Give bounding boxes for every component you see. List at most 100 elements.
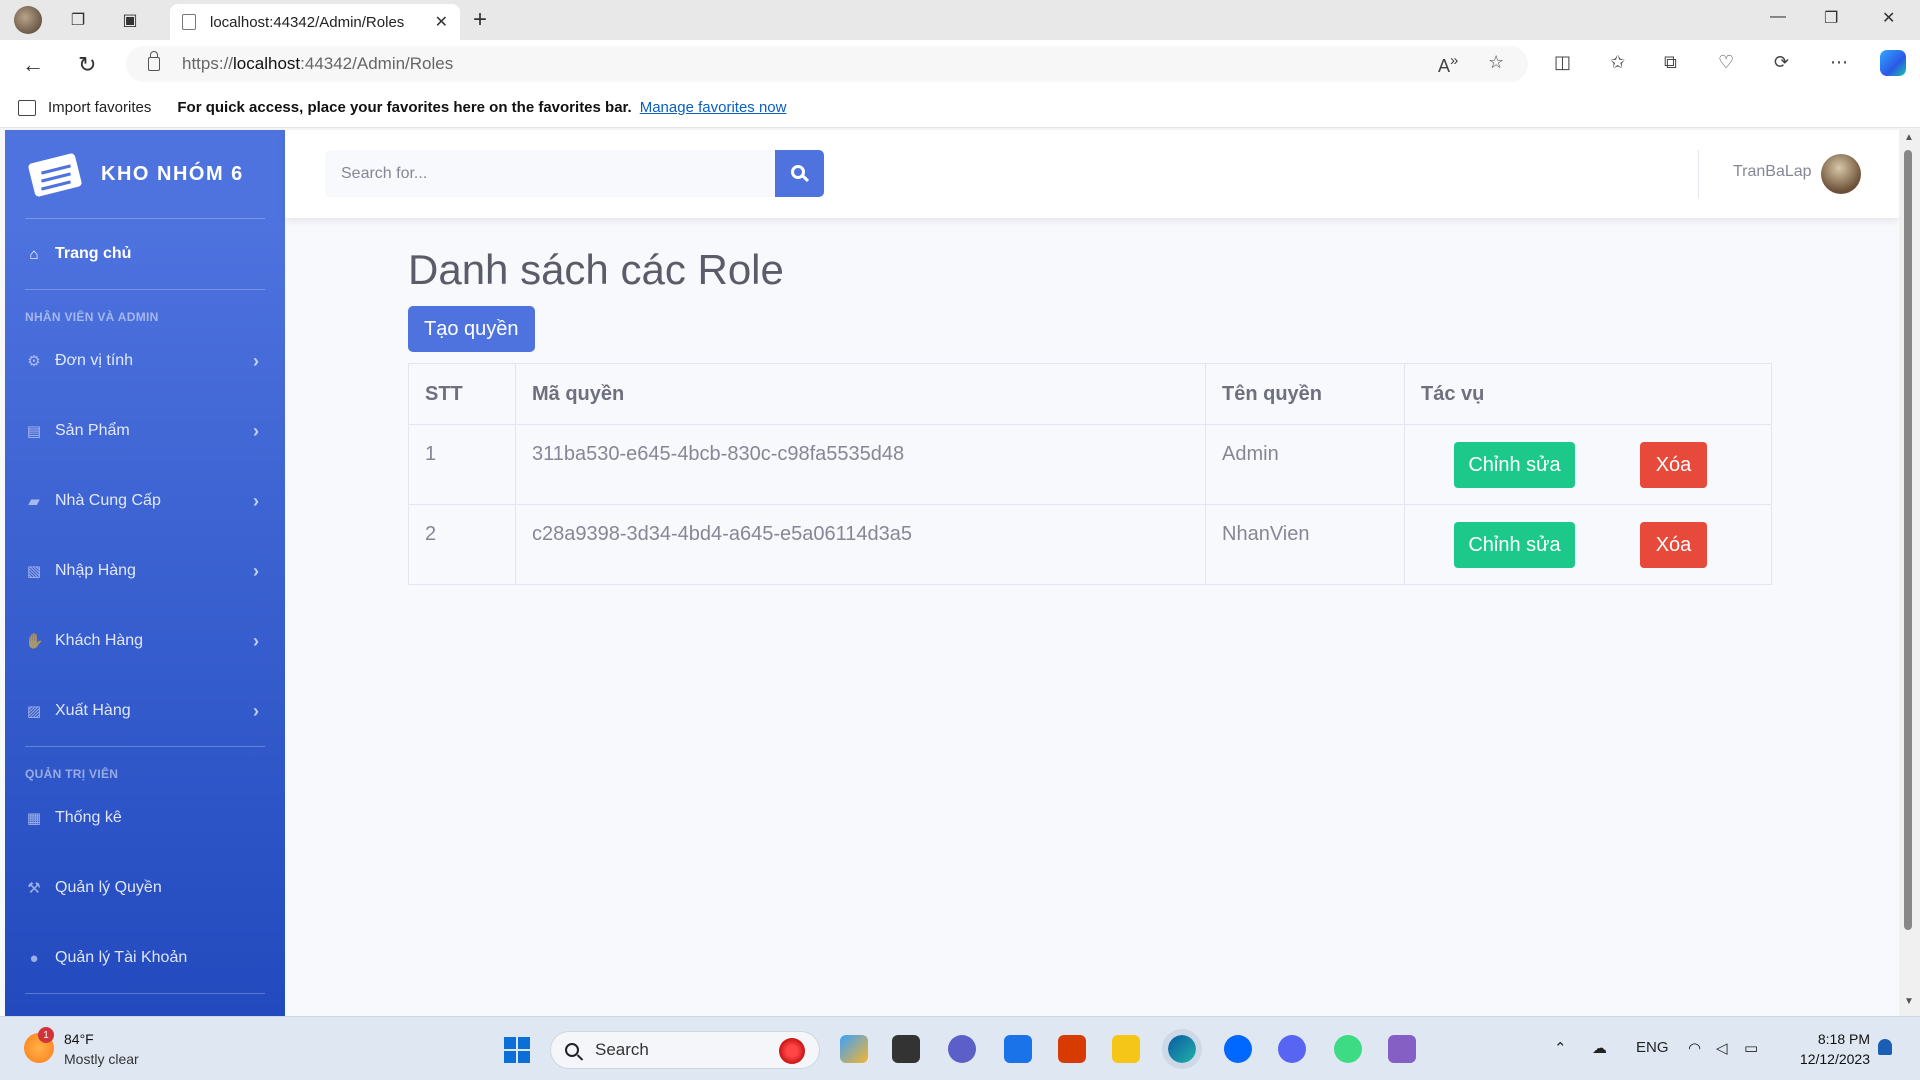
volume-icon[interactable]: ◁ bbox=[1716, 1039, 1728, 1057]
sidebar-item-exports[interactable]: ▨ Xuất Hàng › bbox=[5, 676, 285, 746]
weather-temp[interactable]: 84°F bbox=[64, 1031, 94, 1047]
wifi-icon[interactable]: ◠ bbox=[1688, 1039, 1701, 1057]
more-menu-icon[interactable]: ⋯ bbox=[1830, 52, 1848, 73]
brand[interactable]: KHO NHÓM 6 bbox=[5, 130, 285, 218]
delete-button[interactable]: Xóa bbox=[1640, 442, 1707, 488]
sidebar-item-statistics[interactable]: ▦ Thống kê bbox=[5, 783, 285, 853]
sidebar-heading-staff: NHÂN VIÊN VÀ ADMIN bbox=[25, 310, 159, 324]
edit-button[interactable]: Chỉnh sửa bbox=[1454, 442, 1575, 488]
column-header-actions: Tác vụ bbox=[1404, 363, 1772, 425]
column-header-role-name: Tên quyền bbox=[1205, 363, 1405, 425]
cell-actions: Chỉnh sửa Xóa bbox=[1404, 504, 1772, 585]
sidebar-item-products[interactable]: ▤ Sản Phẩm › bbox=[5, 396, 285, 466]
copilot-icon[interactable] bbox=[1880, 50, 1906, 76]
minimize-button[interactable]: — bbox=[1770, 8, 1786, 26]
collections-icon[interactable]: ⧉ bbox=[1664, 52, 1677, 73]
user-avatar[interactable] bbox=[1821, 154, 1861, 194]
url-host: localhost bbox=[233, 54, 301, 73]
column-header-stt: STT bbox=[408, 363, 516, 425]
browser-tab[interactable]: localhost:44342/Admin/Roles ✕ bbox=[170, 4, 460, 40]
new-tab-button[interactable]: + bbox=[468, 6, 492, 33]
taskbar-search-label: Search bbox=[595, 1040, 649, 1059]
sidebar-item-label: Khách Hàng bbox=[55, 632, 144, 649]
topbar: TranBaLap bbox=[285, 130, 1899, 218]
delete-button[interactable]: Xóa bbox=[1640, 522, 1707, 568]
weather-badge: 1 bbox=[38, 1027, 54, 1043]
close-window-button[interactable]: ✕ bbox=[1882, 8, 1895, 28]
browser-essentials-icon[interactable]: ♡ bbox=[1718, 52, 1734, 73]
cell-role-name: NhanVien bbox=[1205, 504, 1405, 585]
extensions-icon[interactable]: ⟳ bbox=[1774, 52, 1789, 73]
sidebar-item-customers[interactable]: ✋ Khách Hàng › bbox=[5, 606, 285, 676]
android-studio-icon[interactable] bbox=[1334, 1035, 1362, 1063]
file-explorer-dark-icon[interactable] bbox=[892, 1035, 920, 1063]
office-icon[interactable] bbox=[1058, 1035, 1086, 1063]
back-button[interactable]: ← bbox=[22, 52, 44, 78]
url-field[interactable]: https://localhost:44342/Admin/Roles bbox=[126, 46, 1528, 82]
page-scrollbar[interactable]: ▲ ▼ bbox=[1899, 130, 1920, 1016]
table-row: 1 311ba530-e645-4bcb-830c-c98fa5535d48 A… bbox=[408, 424, 1772, 505]
start-button[interactable] bbox=[504, 1037, 530, 1063]
sidebar-item-imports[interactable]: ▧ Nhập Hàng › bbox=[5, 536, 285, 606]
cell-stt: 1 bbox=[408, 424, 516, 505]
zalo-icon[interactable] bbox=[1224, 1035, 1252, 1063]
scroll-up-arrow-icon[interactable]: ▲ bbox=[1904, 132, 1914, 143]
manage-favorites-link[interactable]: Manage favorites now bbox=[640, 99, 787, 116]
search-button[interactable] bbox=[775, 150, 824, 197]
mail-icon[interactable] bbox=[1004, 1035, 1032, 1063]
import-icon bbox=[18, 99, 36, 116]
page-viewport: KHO NHÓM 6 ⌂ Trang chủ NHÂN VIÊN VÀ ADMI… bbox=[0, 130, 1920, 1016]
language-indicator[interactable]: ENG bbox=[1636, 1039, 1669, 1056]
chevron-right-icon: › bbox=[253, 700, 259, 721]
favorite-star-icon[interactable]: ☆ bbox=[1488, 52, 1504, 73]
scroll-down-arrow-icon[interactable]: ▼ bbox=[1904, 996, 1914, 1007]
clock-time: 8:18 PM bbox=[1817, 1031, 1870, 1047]
search-input[interactable] bbox=[325, 150, 775, 197]
sidebar-item-accounts[interactable]: ● Quản lý Tài Khoản bbox=[5, 923, 285, 993]
column-header-role-id: Mã quyền bbox=[515, 363, 1206, 425]
close-tab-icon[interactable]: ✕ bbox=[435, 12, 448, 32]
username[interactable]: TranBaLap bbox=[1733, 163, 1812, 181]
search-form bbox=[325, 150, 824, 197]
workspaces-icon[interactable]: ❐ bbox=[66, 8, 90, 32]
favorites-icon[interactable]: ✩ bbox=[1610, 52, 1625, 73]
restore-button[interactable]: ❐ bbox=[1824, 8, 1838, 28]
home-icon: ⌂ bbox=[29, 245, 39, 263]
sidebar-item-units[interactable]: ⚙ Đơn vị tính › bbox=[5, 326, 285, 396]
sidebar-heading-admin: QUẢN TRỊ VIÊN bbox=[25, 767, 119, 781]
split-screen-icon[interactable]: ◫ bbox=[1554, 52, 1571, 73]
taskbar-search[interactable]: Search bbox=[550, 1031, 820, 1069]
table-header-row: STT Mã quyền Tên quyền Tác vụ bbox=[408, 363, 1772, 425]
sidebar-item-suppliers[interactable]: ▰ Nhà Cung Cấp › bbox=[5, 466, 285, 536]
import-favorites-button[interactable]: Import favorites bbox=[48, 99, 151, 116]
discord-icon[interactable] bbox=[1278, 1035, 1306, 1063]
file-import-icon: ▧ bbox=[26, 563, 42, 580]
teams-icon[interactable] bbox=[948, 1035, 976, 1063]
battery-icon[interactable]: ▭ bbox=[1744, 1039, 1758, 1057]
create-role-button[interactable]: Tạo quyền bbox=[408, 306, 535, 352]
visual-studio-icon[interactable] bbox=[1388, 1035, 1416, 1063]
show-hidden-icons-icon[interactable]: ⌃ bbox=[1554, 1039, 1567, 1057]
sidebar: KHO NHÓM 6 ⌂ Trang chủ NHÂN VIÊN VÀ ADMI… bbox=[5, 130, 285, 1016]
profile-avatar[interactable] bbox=[14, 6, 42, 34]
weather-desc[interactable]: Mostly clear bbox=[64, 1051, 139, 1067]
sidebar-item-home[interactable]: ⌂ Trang chủ bbox=[5, 219, 285, 289]
read-aloud-icon[interactable]: A» bbox=[1438, 52, 1458, 77]
truck-icon: ▰ bbox=[28, 493, 40, 510]
edit-button[interactable]: Chỉnh sửa bbox=[1454, 522, 1575, 568]
scroll-thumb[interactable] bbox=[1904, 150, 1912, 930]
cell-role-name: Admin bbox=[1205, 424, 1405, 505]
notification-bell-icon[interactable] bbox=[1878, 1039, 1892, 1055]
clock[interactable]: 8:18 PM 12/12/2023 bbox=[1790, 1031, 1870, 1067]
edge-icon[interactable] bbox=[1162, 1029, 1202, 1069]
sidebar-item-label: Quản lý Tài Khoản bbox=[55, 949, 188, 966]
copilot-preview-app-icon[interactable] bbox=[840, 1035, 868, 1063]
user-icon: ● bbox=[29, 949, 39, 967]
cell-stt: 2 bbox=[408, 504, 516, 585]
cell-actions: Chỉnh sửa Xóa bbox=[1404, 424, 1772, 505]
sidebar-item-roles[interactable]: ⚒ Quản lý Quyền bbox=[5, 853, 285, 923]
folder-icon[interactable] bbox=[1112, 1035, 1140, 1063]
tab-actions-icon[interactable]: ▣ bbox=[118, 8, 142, 32]
onedrive-icon[interactable]: ☁ bbox=[1592, 1039, 1607, 1057]
refresh-button[interactable]: ↻ bbox=[78, 52, 96, 78]
